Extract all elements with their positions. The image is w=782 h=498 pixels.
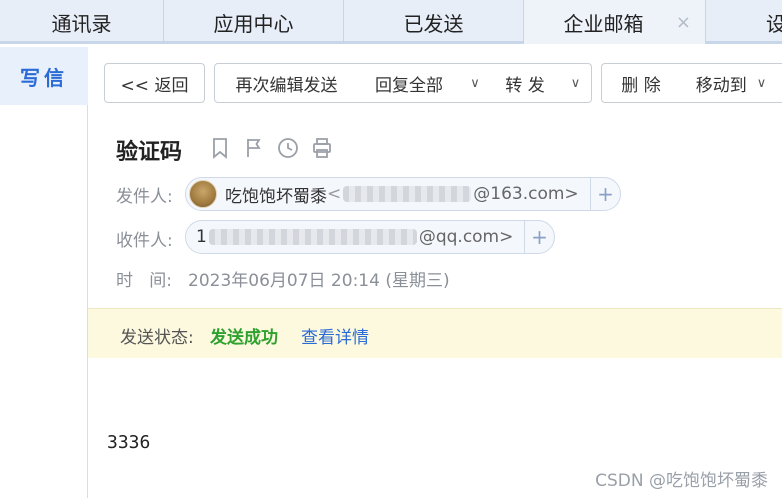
sender-name: 吃饱饱坏蜀黍 — [225, 186, 327, 207]
recipient-chip[interactable]: 1 @qq.com> + — [185, 220, 555, 254]
send-status-label: 发送状态: — [120, 328, 194, 348]
close-icon[interactable]: × — [676, 12, 691, 33]
sender-chip[interactable]: 吃饱饱坏蜀黍 < @163.com> + — [185, 177, 621, 211]
sender-domain: @163.com> — [473, 184, 579, 204]
forward-dropdown[interactable]: ∨ — [560, 63, 592, 103]
add-contact-icon[interactable]: + — [524, 221, 554, 253]
subject-actions — [208, 136, 334, 160]
bookmark-icon[interactable] — [208, 136, 232, 160]
tab-bar: 通讯录 应用中心 已发送 企业邮箱 × 设 — [0, 0, 782, 44]
print-icon[interactable] — [310, 136, 334, 160]
send-status-value: 发送成功 — [210, 328, 278, 348]
avatar — [189, 180, 217, 208]
chevron-down-icon: ∨ — [570, 75, 581, 91]
mail-body: 3336 — [107, 432, 151, 453]
left-sidebar: 写信 — [0, 47, 88, 498]
compose-button[interactable]: 写信 — [0, 47, 88, 105]
from-label: 发件人: — [116, 187, 173, 207]
chevron-down-icon: ∨ — [756, 75, 767, 91]
tab-sent[interactable]: 已发送 — [344, 0, 524, 44]
tab-label: 设 — [766, 11, 782, 36]
tab-label: 企业邮箱 — [563, 11, 644, 36]
send-status-bar: 发送状态: 发送成功 查看详情 — [88, 308, 782, 358]
tab-contacts[interactable]: 通讯录 — [0, 0, 164, 44]
to-label: 收件人: — [116, 231, 173, 251]
clock-icon[interactable] — [276, 136, 300, 160]
sent-date: 2023年06月07日 20:14 (星期三) — [188, 271, 450, 291]
tab-label: 应用中心 — [213, 11, 294, 36]
mail-subject: 验证码 — [116, 140, 183, 165]
add-contact-icon[interactable]: + — [590, 178, 620, 210]
tab-label: 通讯录 — [51, 11, 112, 36]
tab-label: 已发送 — [403, 11, 464, 36]
redacted-email — [343, 186, 472, 202]
reply-all-dropdown[interactable]: ∨ — [460, 63, 491, 103]
redacted-email — [208, 229, 417, 245]
tab-enterprise-mail[interactable]: 企业邮箱 × — [524, 0, 706, 44]
mail-toolbar: << 返回 再次编辑发送 回复全部 ∨ 转 发 ∨ 删 除 移动到 ∨ — [88, 47, 782, 117]
tab-settings[interactable]: 设 — [706, 0, 782, 44]
delete-button[interactable]: 删 除 — [601, 63, 681, 103]
move-to-button[interactable]: 移动到 ∨ — [680, 63, 782, 103]
recipient-domain: @qq.com> — [418, 227, 514, 247]
flag-icon[interactable] — [242, 136, 266, 160]
recipient-prefix: 1 — [196, 227, 207, 247]
back-button[interactable]: << 返回 — [104, 63, 205, 103]
forward-button[interactable]: 转 发 — [490, 63, 561, 103]
watermark: CSDN @吃饱饱坏蜀黍 — [595, 471, 768, 491]
tab-app-center[interactable]: 应用中心 — [164, 0, 344, 44]
edit-resend-button[interactable]: 再次编辑发送 — [214, 63, 359, 103]
time-label: 时 间: — [116, 271, 172, 291]
reply-all-button[interactable]: 回复全部 — [358, 63, 461, 103]
chevron-down-icon: ∨ — [470, 75, 480, 91]
sender-bracket: < — [327, 184, 342, 204]
move-to-label: 移动到 — [695, 75, 747, 96]
view-details-link[interactable]: 查看详情 — [301, 323, 369, 348]
